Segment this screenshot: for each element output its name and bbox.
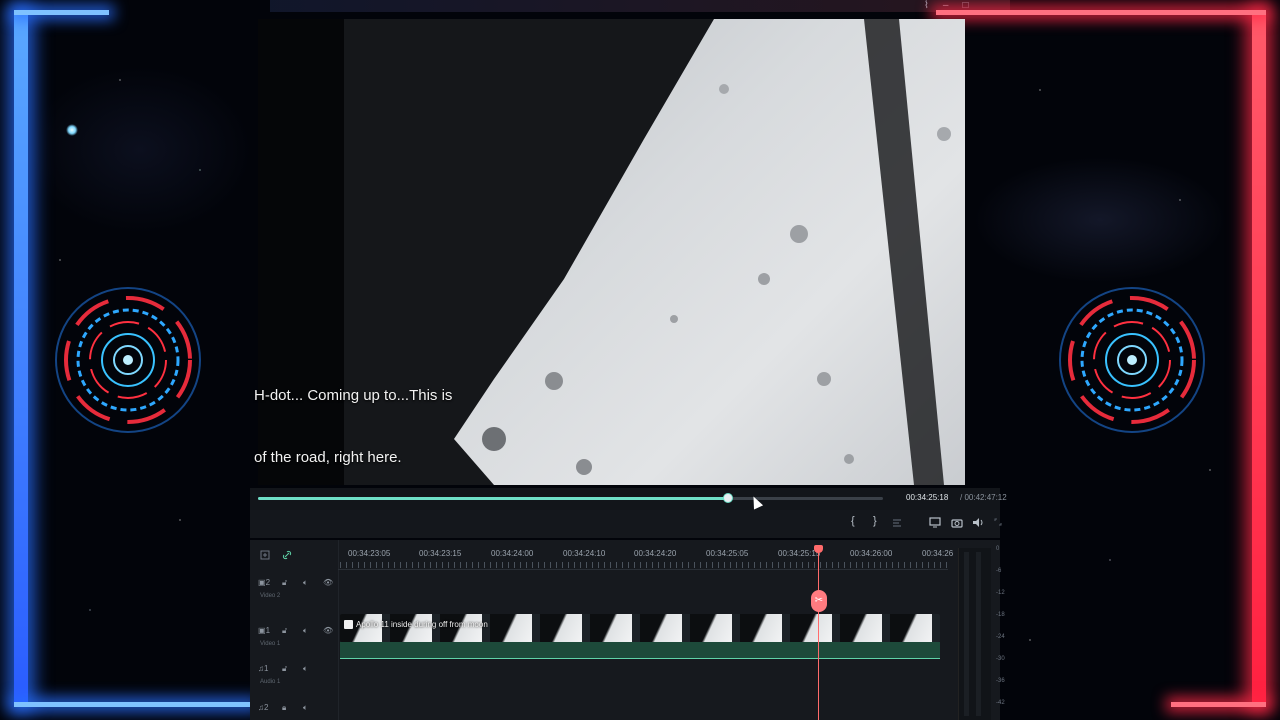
- neon-frame-left-bottom: [14, 702, 254, 707]
- track-number: 1: [264, 664, 269, 673]
- meter-label: 0: [996, 546, 1000, 552]
- neon-frame-right: [1252, 10, 1266, 706]
- neon-frame-right-bottom: [1171, 702, 1266, 707]
- list-icon[interactable]: [892, 518, 906, 528]
- clip-play-icon: [344, 620, 353, 629]
- ruler-label: 00:34:24:10: [563, 549, 606, 558]
- scissors-icon[interactable]: ✂: [811, 590, 827, 612]
- add-track-icon[interactable]: [260, 550, 270, 560]
- display-icon[interactable]: [929, 517, 941, 528]
- speaker-icon[interactable]: 🔈︎: [303, 578, 308, 588]
- glowing-star: [66, 124, 78, 136]
- meter-channel-right: [976, 552, 981, 716]
- clip-audio-waveform[interactable]: [340, 642, 940, 659]
- clip-title: Apollo 11 inside during off from moon: [356, 620, 488, 629]
- meter-label: -6: [996, 568, 1002, 574]
- snapshot-icon[interactable]: [951, 517, 963, 528]
- eye-icon[interactable]: 👁︎: [323, 626, 333, 635]
- clip-thumbnail: [790, 614, 832, 642]
- neon-frame-left: [14, 10, 28, 706]
- hud-ring-right-icon: [1059, 287, 1205, 433]
- progress-knob[interactable]: [722, 493, 733, 503]
- ruler-label: 00:34:26:00: [850, 549, 893, 558]
- audio-meter: [958, 548, 991, 720]
- activity-icon[interactable]: ⌇: [924, 0, 929, 11]
- neon-frame-right-top: [936, 10, 1266, 15]
- player-controls: [250, 510, 1000, 538]
- clip-thumbnail: [690, 614, 732, 642]
- clip-thumbnail: [640, 614, 682, 642]
- clip-thumbnail: [590, 614, 632, 642]
- playhead-handle[interactable]: [814, 545, 823, 553]
- ruler-label: 00:34:23:05: [348, 549, 391, 558]
- meter-label: -24: [996, 634, 1005, 640]
- neon-frame-left-top: [14, 10, 109, 15]
- meter-label: -30: [996, 656, 1005, 662]
- meter-label: -42: [996, 700, 1005, 706]
- track-number: 1: [265, 626, 271, 635]
- volume-icon[interactable]: [972, 517, 984, 528]
- video-preview[interactable]: [344, 19, 965, 485]
- clip-thumbnail: [490, 614, 532, 642]
- meter-label: -12: [996, 590, 1005, 596]
- total-time: / 00:42:47:12: [960, 493, 1007, 502]
- track-number: 2: [264, 703, 269, 712]
- lunar-surface-image: [344, 19, 951, 485]
- clip-thumbnail: [540, 614, 582, 642]
- progress-fill: [258, 497, 727, 500]
- mark-in-button[interactable]: {: [851, 515, 855, 527]
- fullscreen-icon[interactable]: [994, 518, 1002, 526]
- ruler-label: 00:34:24:00: [491, 549, 534, 558]
- subtitle-line-2: of the road, right here.: [254, 449, 402, 466]
- ruler-label: 00:34:25:05: [706, 549, 749, 558]
- eye-icon[interactable]: 👁︎: [323, 578, 333, 587]
- mark-out-button[interactable]: }: [873, 515, 877, 527]
- preview-letterbox: [258, 19, 344, 485]
- track-type-icon: ▣2: [258, 578, 271, 587]
- clip-thumbnail: [890, 614, 932, 642]
- top-bar: [270, 0, 1010, 12]
- playhead[interactable]: [818, 545, 819, 720]
- music-note-icon: ♫1: [258, 664, 269, 673]
- track-name: Video 1: [260, 641, 281, 647]
- meter-channel-left: [964, 552, 969, 716]
- lock-icon[interactable]: 🔓︎: [282, 626, 287, 636]
- speaker-icon[interactable]: 🔈︎: [303, 626, 308, 636]
- clip-thumbnail: [740, 614, 782, 642]
- track-name: Video 2: [260, 593, 281, 599]
- track-name: Audio 1: [260, 679, 281, 685]
- hud-ring-left-icon: [55, 287, 201, 433]
- speaker-icon[interactable]: 🔈︎: [303, 703, 308, 713]
- meter-label: -18: [996, 612, 1005, 618]
- lock-icon[interactable]: 🔒︎: [282, 703, 286, 713]
- lock-icon[interactable]: 🔓︎: [282, 664, 287, 674]
- clip-thumbnail: [840, 614, 882, 642]
- lock-icon[interactable]: 🔓︎: [282, 578, 287, 588]
- track-number: 2: [265, 578, 271, 587]
- ruler-label: 00:34:24:20: [634, 549, 677, 558]
- ruler-label: 00:34:23:15: [419, 549, 462, 558]
- speaker-icon[interactable]: 🔈︎: [303, 664, 308, 674]
- meter-label: -36: [996, 678, 1005, 684]
- ruler-label: 00:34:26: [922, 549, 954, 558]
- ruler-ticks: [340, 562, 948, 568]
- subtitle-line-1: H-dot... Coming up to...This is: [254, 387, 453, 404]
- link-icon[interactable]: [282, 550, 292, 560]
- track-type-icon: ▣1: [258, 626, 271, 635]
- current-time: 00:34:25:18: [906, 493, 949, 502]
- music-note-icon: ♫2: [258, 703, 269, 712]
